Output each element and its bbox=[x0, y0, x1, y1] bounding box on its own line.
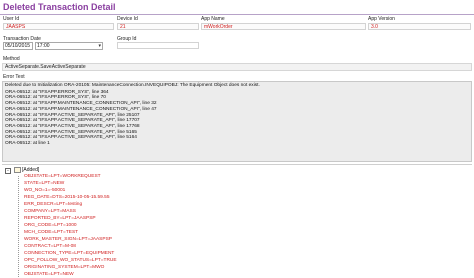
transaction-time-value: 17:00 bbox=[37, 43, 50, 49]
folder-icon bbox=[14, 167, 21, 173]
device-id-field: 21 bbox=[117, 23, 199, 30]
tree-item[interactable]: CONNECTION_TYPE=LPT=EQUIPMENT bbox=[24, 251, 114, 256]
page-title: Deleted Transaction Detail bbox=[3, 2, 116, 12]
transaction-tree[interactable]: − [Added] OBJSTATE=LPT=WORKREQUEST STATE… bbox=[2, 164, 472, 278]
tree-item[interactable]: OBJSTATE=LPT=WORKREQUEST bbox=[24, 174, 101, 179]
tree-item[interactable]: OBJSTATE=LPT=NEW bbox=[24, 272, 74, 277]
error-line: Deleted due to Initialization ORA-20105:… bbox=[5, 83, 260, 88]
tree-item[interactable]: WORK_MASTER_SIGN=LPT=JAASPSP bbox=[24, 237, 112, 242]
title-bar: Deleted Transaction Detail bbox=[0, 0, 474, 15]
tree-item[interactable]: WO_NO=1=-50001 bbox=[24, 188, 65, 193]
user-id-field: JAASPS bbox=[3, 23, 114, 30]
tree-item[interactable]: OPC_FOLLOW_WO_STATUS=LPT=TRUE bbox=[24, 258, 117, 263]
transaction-date-input[interactable]: 05/10/2015 bbox=[3, 42, 33, 50]
app-version-label: App Version bbox=[368, 16, 395, 22]
error-text-label: Error Text bbox=[3, 74, 25, 80]
transaction-time-select[interactable]: 17:00 ▾ bbox=[35, 42, 103, 50]
app-name-field: mWorkOrder bbox=[201, 23, 366, 30]
tree-item[interactable]: COMPANY=LPT=MASS bbox=[24, 209, 76, 214]
error-text-area[interactable]: Deleted due to Initialization ORA-20105:… bbox=[2, 81, 472, 162]
tree-item[interactable]: CONTRACT=LPT=M-08 bbox=[24, 244, 76, 249]
tree-guide-line bbox=[18, 176, 19, 278]
device-id-label: Device Id bbox=[117, 16, 138, 22]
app-name-label: App Name bbox=[201, 16, 225, 22]
tree-item[interactable]: REPORTED_BY=LPT=JAASPSP bbox=[24, 216, 96, 221]
error-line: ORA-06512: at line 1 bbox=[5, 141, 50, 147]
tree-item[interactable]: ERR_DESCR=LPT=testing bbox=[24, 202, 82, 207]
transaction-date-value: 05/10/2015 bbox=[5, 43, 31, 49]
app-version-field: 3.0 bbox=[368, 23, 471, 30]
collapse-toggle-icon[interactable]: − bbox=[5, 168, 11, 174]
method-label: Method bbox=[3, 56, 20, 62]
method-field: ActiveSeparate.SaveActiveSeparate bbox=[2, 63, 472, 71]
tree-item[interactable]: STATE=LPT=NEW bbox=[24, 181, 64, 186]
tree-item[interactable]: REG_DATE=DTS=2015-10-05-15.59.55 bbox=[24, 195, 110, 200]
group-id-field bbox=[117, 42, 199, 49]
tree-item[interactable]: ORG_CODE=LPT=1000 bbox=[24, 223, 77, 228]
chevron-down-icon: ▾ bbox=[98, 43, 101, 49]
tree-item[interactable]: ORIGINATING_SYSTEM=LPT=MWO bbox=[24, 265, 104, 270]
user-id-label: User Id bbox=[3, 16, 20, 22]
tree-root-label[interactable]: [Added] bbox=[22, 167, 39, 173]
tree-item[interactable]: MCH_CODE=LPT=TEST bbox=[24, 230, 78, 235]
